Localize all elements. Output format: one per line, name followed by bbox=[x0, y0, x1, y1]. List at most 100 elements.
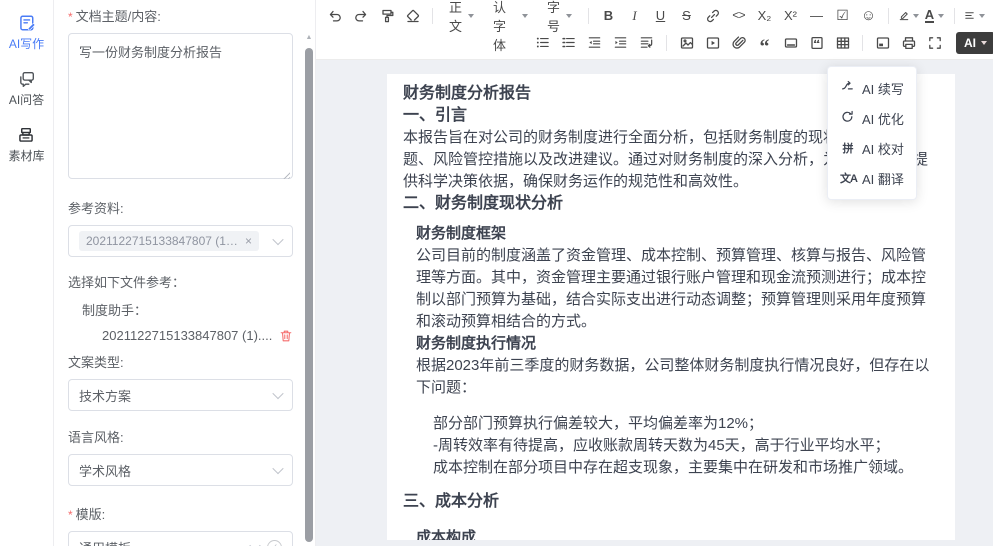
caret-down-icon bbox=[468, 14, 474, 18]
toolbar-divider bbox=[888, 8, 889, 24]
font-color-icon[interactable]: A bbox=[922, 4, 947, 28]
language-style-select[interactable]: 学术风格 bbox=[68, 454, 293, 486]
ai-qa-icon bbox=[18, 70, 36, 88]
template-label: * 模版: bbox=[68, 504, 293, 523]
ai-dropdown-menu: AI 续写 AI 优化 拼 AI 校对 文A AI 翻译 bbox=[827, 66, 917, 200]
reference-tag: 2021122715133847807 (1).... × bbox=[79, 231, 259, 251]
caret-down-icon bbox=[938, 14, 944, 18]
chevron-down-icon bbox=[272, 234, 283, 245]
language-style-value: 学术风格 bbox=[79, 461, 274, 480]
paragraph-style-select[interactable]: 正文 bbox=[440, 4, 483, 28]
caret-down-icon bbox=[981, 41, 987, 45]
template-value: 通用模板 bbox=[79, 538, 251, 546]
eraser-icon[interactable] bbox=[400, 4, 425, 28]
editor-area: 正文 默认字体 字号 B I U S <> X₂ X² — ☑ ☺ bbox=[316, 0, 993, 546]
sidebar-item-ai-qa[interactable]: AI问答 bbox=[9, 70, 44, 108]
panel-icon[interactable] bbox=[870, 31, 895, 55]
doc-heading: 三、成本分析 bbox=[403, 491, 939, 513]
caret-down-icon bbox=[979, 14, 985, 18]
image-icon[interactable] bbox=[674, 31, 699, 55]
toolbar-divider bbox=[862, 35, 863, 51]
chevron-down-icon bbox=[249, 540, 260, 546]
ai-proofread-icon: 拼 bbox=[840, 140, 855, 156]
topic-textarea-wrap: 写一份财务制度分析报告 bbox=[68, 33, 293, 184]
panel-scrollbar[interactable]: ▲ bbox=[304, 0, 314, 546]
fullscreen-icon[interactable] bbox=[922, 31, 947, 55]
sidebar-item-ai-writing[interactable]: AI写作 bbox=[9, 14, 44, 52]
blockquote-icon[interactable]: “ bbox=[752, 31, 777, 55]
toolbar-row-2: “ AI bbox=[530, 29, 987, 56]
hanging-indent-icon[interactable] bbox=[634, 31, 659, 55]
todo-list-icon[interactable]: ☑ bbox=[830, 4, 855, 28]
italic-button[interactable]: I bbox=[622, 4, 647, 28]
font-size-select[interactable]: 字号 bbox=[538, 4, 581, 28]
ordered-list-icon[interactable] bbox=[556, 31, 581, 55]
scrollbar-thumb[interactable] bbox=[305, 48, 313, 542]
delete-file-icon[interactable] bbox=[279, 329, 293, 343]
redo-icon[interactable] bbox=[348, 4, 373, 28]
ai-translate-icon: 文A bbox=[840, 170, 855, 186]
horizontal-rule-icon[interactable]: — bbox=[804, 4, 829, 28]
doc-subheading: 财务制度框架 bbox=[403, 223, 939, 245]
app-window: AI写作 AI问答 素材库 * 文档主题/内容: 写一份财务制度分析报告 参考资… bbox=[0, 0, 993, 546]
material-library-icon bbox=[17, 126, 35, 144]
doc-list-item: -周转效率有待提高，应收账款周转天数为45天，高于行业平均水平； bbox=[403, 435, 939, 457]
highlight-color-icon[interactable] bbox=[896, 4, 921, 28]
strikethrough-button[interactable]: S bbox=[674, 4, 699, 28]
menu-item-ai-proofread[interactable]: 拼 AI 校对 bbox=[828, 133, 916, 163]
align-icon[interactable] bbox=[962, 4, 987, 28]
sidebar-item-label: 素材库 bbox=[8, 147, 44, 164]
divider-icon[interactable] bbox=[778, 31, 803, 55]
topic-input[interactable]: 写一份财务制度分析报告 bbox=[68, 33, 293, 179]
print-icon[interactable] bbox=[896, 31, 921, 55]
chevron-down-icon bbox=[272, 463, 283, 474]
ai-menu-button[interactable]: AI bbox=[956, 32, 993, 54]
remove-tag-icon[interactable]: × bbox=[245, 234, 252, 248]
copy-type-select[interactable]: 技术方案 bbox=[68, 379, 293, 411]
font-family-select[interactable]: 默认字体 bbox=[484, 4, 537, 28]
indent-decrease-icon[interactable] bbox=[582, 31, 607, 55]
subscript-button[interactable]: X₂ bbox=[752, 4, 777, 28]
indent-increase-icon[interactable] bbox=[608, 31, 633, 55]
menu-item-ai-continue[interactable]: AI 续写 bbox=[828, 73, 916, 103]
sidebar-item-material-library[interactable]: 素材库 bbox=[8, 126, 44, 164]
menu-item-ai-translate[interactable]: 文A AI 翻译 bbox=[828, 163, 916, 193]
attachment-icon[interactable] bbox=[726, 31, 751, 55]
doc-paragraph: 根据2023年前三季度的财务数据，公司整体财务制度执行情况良好，但存在以下问题： bbox=[403, 355, 939, 399]
file-reference-label: 选择如下文件参考： bbox=[68, 272, 293, 291]
format-painter-icon[interactable] bbox=[374, 4, 399, 28]
chevron-down-icon bbox=[272, 388, 283, 399]
toolbar-divider bbox=[954, 8, 955, 24]
copy-type-label: 文案类型: bbox=[68, 352, 293, 371]
superscript-button[interactable]: X² bbox=[778, 4, 803, 28]
undo-icon[interactable] bbox=[322, 4, 347, 28]
toolbar-divider bbox=[666, 35, 667, 51]
video-icon[interactable] bbox=[700, 31, 725, 55]
language-style-label: 语言风格: bbox=[68, 427, 293, 446]
sidebar-item-label: AI问答 bbox=[9, 91, 44, 108]
scroll-up-icon[interactable]: ▲ bbox=[304, 0, 314, 41]
doc-list-item: 成本控制在部分项目中存在超支现象，主要集中在研发和市场推广领域。 bbox=[403, 457, 939, 479]
file-group-label: 制度助手： bbox=[68, 300, 293, 319]
toolbar-divider bbox=[432, 8, 433, 24]
caret-down-icon bbox=[522, 14, 528, 18]
editor-toolbar: 正文 默认字体 字号 B I U S <> X₂ X² — ☑ ☺ bbox=[316, 0, 993, 60]
caret-down-icon bbox=[566, 14, 572, 18]
ai-writing-icon bbox=[18, 14, 36, 32]
reference-select[interactable]: 2021122715133847807 (1).... × bbox=[68, 225, 293, 257]
required-mark: * bbox=[68, 10, 73, 24]
emoji-icon[interactable]: ☺ bbox=[856, 4, 881, 28]
template-select[interactable]: 通用模板 ✓ bbox=[68, 531, 293, 546]
toolbar-row-1: 正文 默认字体 字号 B I U S <> X₂ X² — ☑ ☺ bbox=[322, 2, 987, 29]
underline-button[interactable]: U bbox=[648, 4, 673, 28]
menu-item-ai-optimize[interactable]: AI 优化 bbox=[828, 103, 916, 133]
doc-subheading: 财务制度执行情况 bbox=[403, 333, 939, 355]
link-icon[interactable] bbox=[700, 4, 725, 28]
bold-button[interactable]: B bbox=[596, 4, 621, 28]
inline-code-icon[interactable]: <> bbox=[726, 4, 751, 28]
table-icon[interactable] bbox=[830, 31, 855, 55]
bullet-list-icon[interactable] bbox=[530, 31, 555, 55]
toolbar-divider bbox=[588, 8, 589, 24]
nav-rail: AI写作 AI问答 素材库 bbox=[0, 0, 54, 546]
snippet-icon[interactable] bbox=[804, 31, 829, 55]
